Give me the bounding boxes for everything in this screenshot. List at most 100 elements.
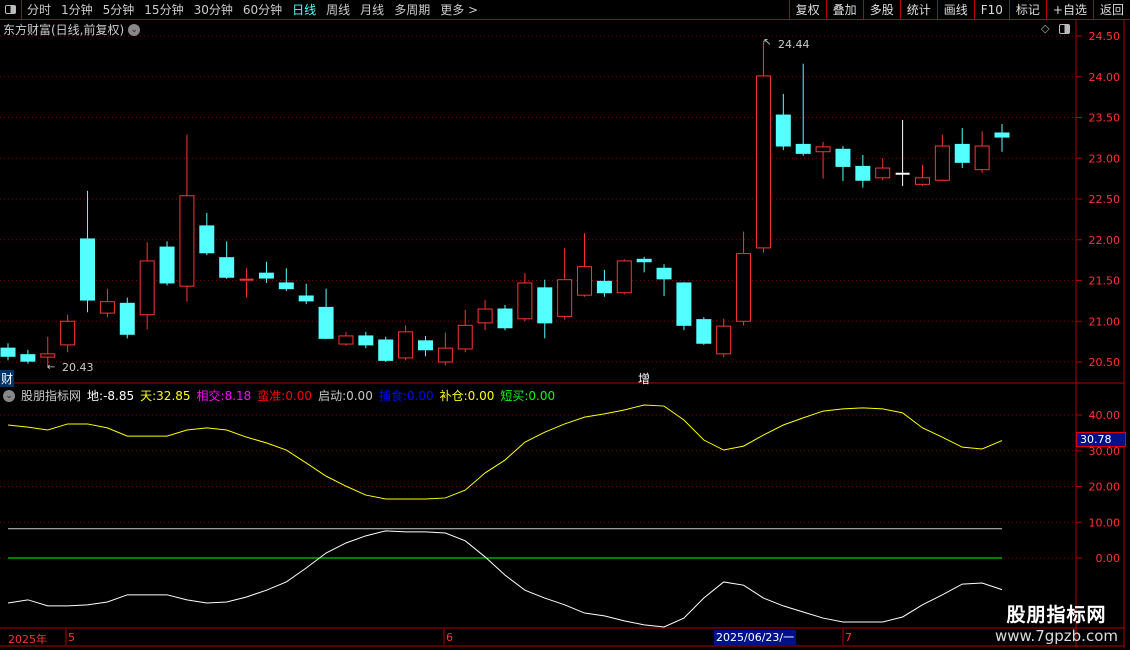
candle bbox=[755, 40, 771, 253]
indicator-value-0: 地:-8.85 bbox=[87, 387, 134, 404]
indicator-value-1: 天:32.85 bbox=[140, 387, 190, 404]
candle-body bbox=[497, 308, 513, 329]
candle bbox=[775, 93, 791, 151]
candle-body bbox=[795, 143, 811, 154]
price-axis-label: 24.00 bbox=[1089, 71, 1121, 84]
watermark-name: 股朋指标网 bbox=[1006, 604, 1107, 626]
candle-body bbox=[716, 325, 732, 355]
candle bbox=[517, 273, 533, 322]
kline-chart[interactable]: 24.50 24.00 23.50 23.00 22.50 22.00 21.50 21.00… bbox=[0, 0, 1130, 650]
candle-body bbox=[557, 279, 573, 317]
price-axis-label: 21.00 bbox=[1089, 315, 1121, 328]
candle-body bbox=[875, 167, 891, 179]
price-axis-label: 23.50 bbox=[1089, 112, 1121, 125]
indicator-number: 32.85 bbox=[156, 389, 191, 403]
candle bbox=[99, 288, 115, 318]
candle-body bbox=[477, 308, 493, 324]
candle bbox=[20, 349, 36, 364]
candle bbox=[795, 63, 811, 156]
candle-body bbox=[577, 266, 593, 296]
candle bbox=[159, 241, 175, 286]
zeng-badge[interactable]: 增 bbox=[638, 370, 650, 387]
date-label-year: 2025年 bbox=[8, 633, 47, 646]
candle bbox=[139, 242, 155, 330]
tian-line bbox=[7, 404, 1003, 500]
candle-body bbox=[378, 339, 394, 361]
candle-body bbox=[219, 257, 235, 278]
chevron-down-icon[interactable]: ⌄ bbox=[3, 389, 15, 402]
price-axis-label: 22.50 bbox=[1089, 193, 1121, 206]
indicator-number: 8.18 bbox=[224, 389, 252, 403]
candle-body bbox=[179, 195, 195, 287]
candle-body bbox=[298, 295, 314, 302]
indicator-axis-label: 10.00 bbox=[1089, 516, 1121, 529]
candle-body bbox=[954, 143, 970, 163]
candle bbox=[537, 279, 553, 339]
indicator-axis-label: 20.00 bbox=[1089, 481, 1121, 494]
candle bbox=[278, 268, 294, 292]
price-axis-label: 22.00 bbox=[1089, 234, 1121, 247]
candle bbox=[954, 128, 970, 169]
high-price-label: 24.44 bbox=[778, 38, 810, 51]
candle-body bbox=[676, 282, 692, 326]
candle bbox=[815, 141, 831, 179]
cursor-date: 2025/06/23/一 bbox=[714, 630, 797, 645]
indicator-number: -8.85 bbox=[103, 389, 135, 403]
date-label-may: 5 bbox=[68, 631, 75, 644]
watermark-url: www.7gpzb.com bbox=[995, 627, 1118, 645]
candle bbox=[914, 164, 930, 186]
candle bbox=[835, 146, 851, 182]
candle bbox=[676, 282, 692, 331]
candle-body bbox=[517, 282, 533, 320]
candle-body bbox=[974, 145, 990, 171]
candle bbox=[596, 269, 612, 297]
price-axis-label: 21.50 bbox=[1089, 275, 1121, 288]
candle-body bbox=[994, 132, 1010, 138]
candle bbox=[318, 288, 334, 340]
candle-body bbox=[437, 347, 453, 363]
candle-body bbox=[835, 148, 851, 167]
candle bbox=[119, 297, 135, 339]
candle bbox=[577, 233, 593, 297]
date-label-june: 6 bbox=[446, 631, 453, 644]
candle bbox=[457, 309, 473, 353]
candle-body bbox=[278, 282, 294, 290]
candle-body bbox=[119, 302, 135, 335]
candle bbox=[417, 335, 433, 357]
indicator-number: 0.00 bbox=[467, 389, 495, 403]
indicator-value-2: 相交:8.18 bbox=[197, 387, 252, 404]
indicator-label: 启动: bbox=[318, 389, 347, 403]
indicator-label: 捕食: bbox=[378, 389, 407, 403]
candle bbox=[298, 283, 314, 305]
indicator-label: 短买: bbox=[500, 389, 529, 403]
candle bbox=[895, 119, 910, 186]
candle bbox=[199, 212, 215, 256]
candle-body bbox=[338, 335, 354, 345]
indicator-axis-label: 0.00 bbox=[1096, 552, 1121, 565]
watermark: 股朋指标网 www.7gpzb.com bbox=[995, 600, 1118, 645]
candle-body bbox=[417, 340, 433, 351]
low-price-label: 20.43 bbox=[62, 361, 94, 374]
candle-body bbox=[696, 319, 712, 344]
candle bbox=[219, 241, 235, 279]
cai-badge[interactable]: 财 bbox=[0, 370, 15, 387]
indicator-value-7: 短买:0.00 bbox=[500, 387, 555, 404]
indicator-number: 0.00 bbox=[528, 389, 556, 403]
candle bbox=[557, 247, 573, 320]
candle-body bbox=[358, 335, 374, 346]
candle bbox=[736, 231, 752, 326]
candle bbox=[378, 336, 394, 362]
candle-body bbox=[815, 146, 831, 153]
candle-body bbox=[656, 267, 672, 280]
indicator-value-4: 启动:0.00 bbox=[318, 387, 373, 404]
candle bbox=[0, 343, 16, 361]
candle bbox=[179, 134, 195, 302]
candle-body bbox=[99, 301, 115, 314]
di-line bbox=[7, 530, 1003, 628]
candle-body bbox=[855, 165, 871, 181]
candle bbox=[398, 325, 414, 361]
candle bbox=[934, 134, 950, 182]
candle-body bbox=[60, 320, 76, 346]
indicator-name[interactable]: 股朋指标网 bbox=[21, 387, 81, 404]
candle bbox=[258, 261, 274, 283]
